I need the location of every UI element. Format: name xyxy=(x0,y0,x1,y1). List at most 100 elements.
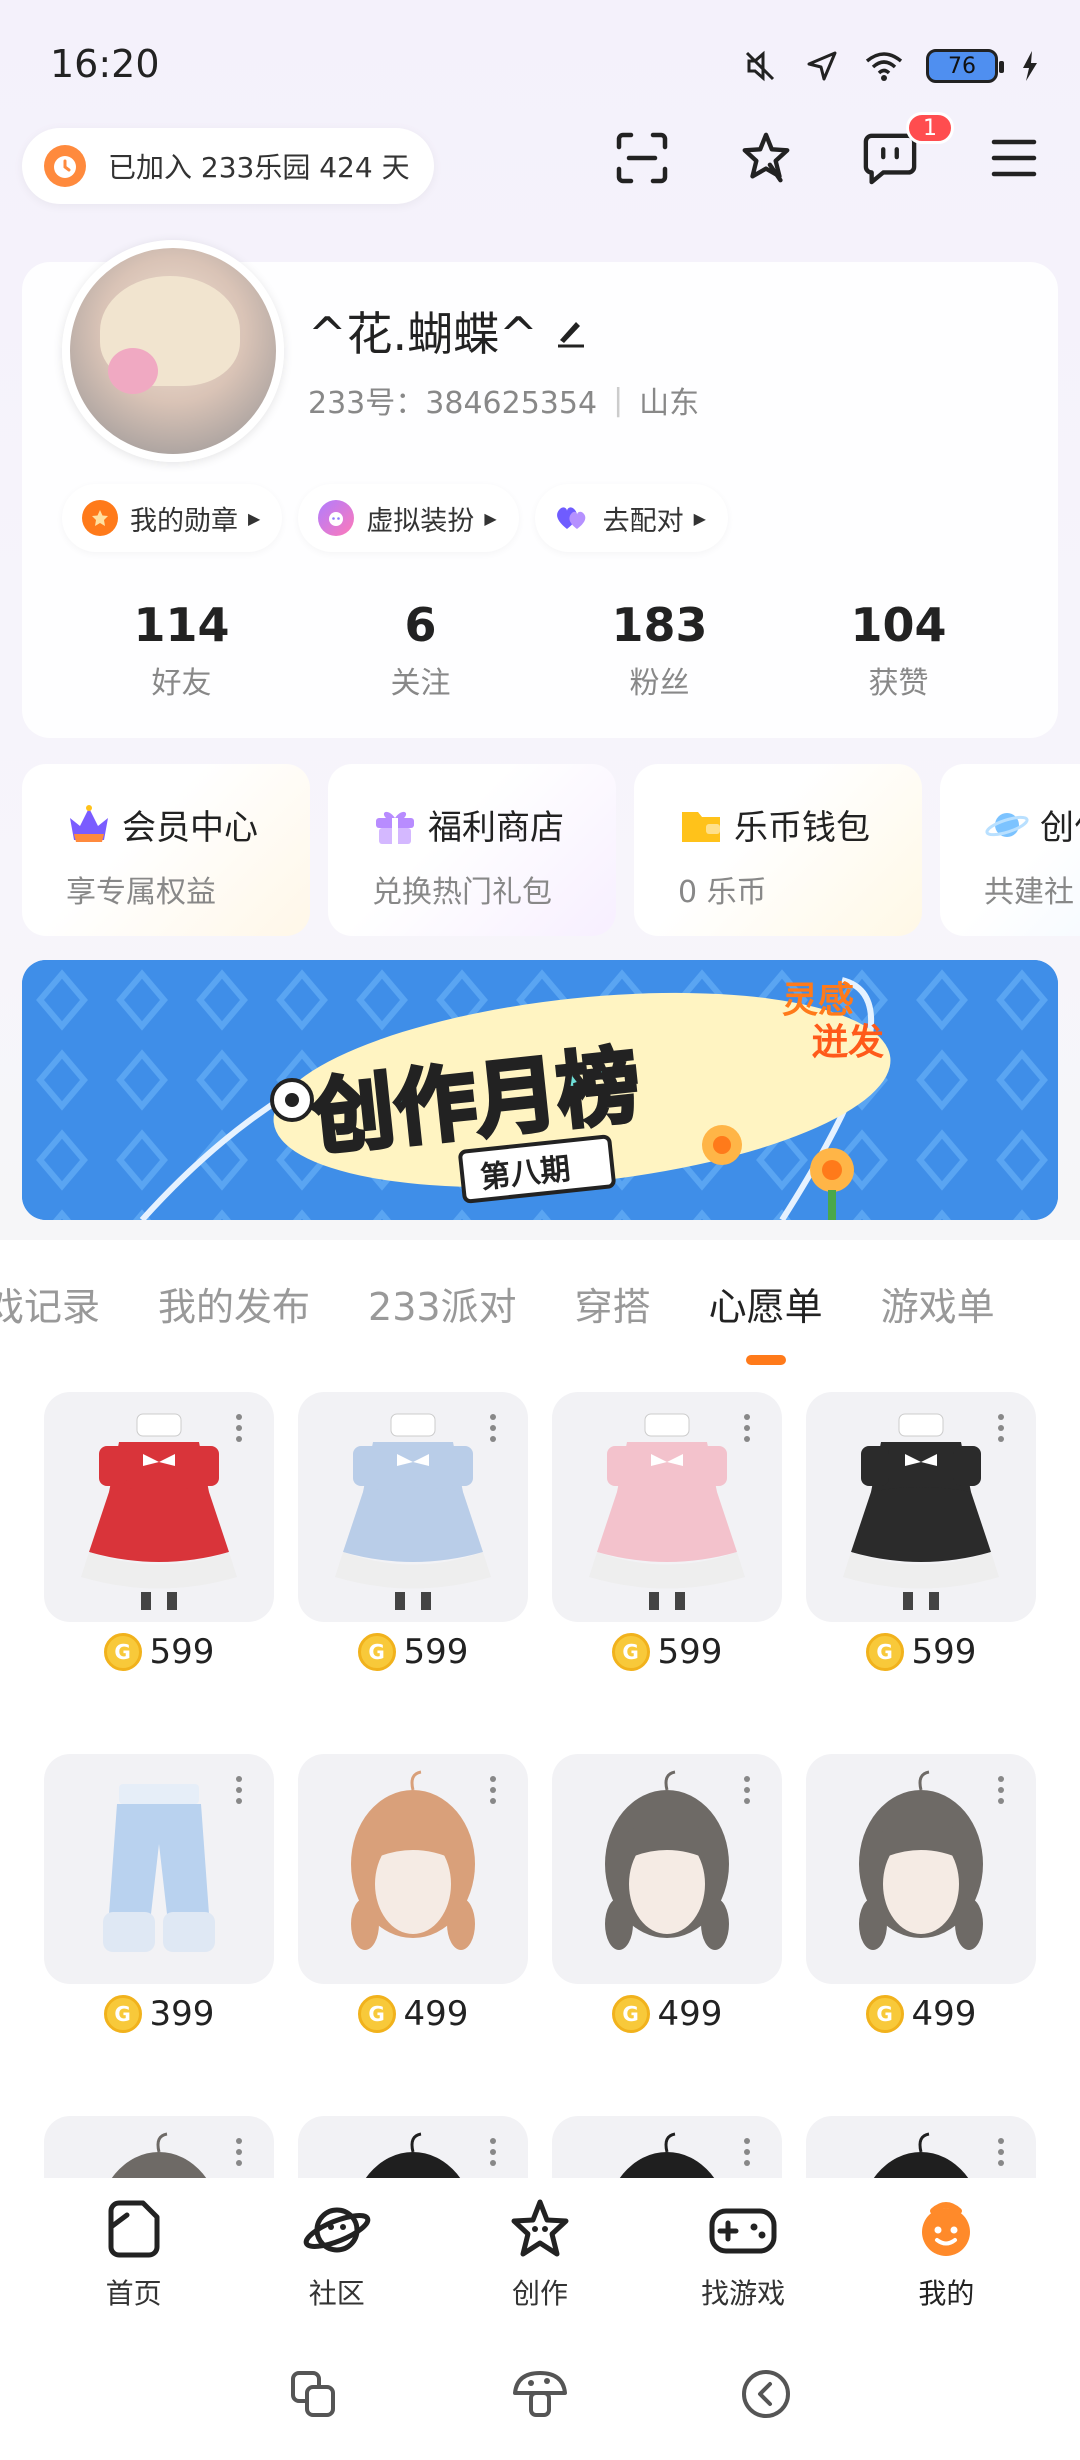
tab-game-lists[interactable]: 游戏单 xyxy=(881,1276,995,1331)
service-title: 福利商店 xyxy=(428,808,564,848)
stat-followers[interactable]: 183 粉丝 xyxy=(570,598,750,702)
more-options-icon[interactable] xyxy=(744,2138,752,2166)
service-desc: 享专属权益 xyxy=(66,875,216,910)
nav-find-games[interactable]: 找游戏 xyxy=(668,2178,818,2328)
wishlist-item[interactable]: G 599 xyxy=(552,1392,782,1672)
service-creation[interactable]: 创作 共建社 xyxy=(940,764,1080,936)
star-badge-icon xyxy=(742,132,790,183)
dress-preview-icon xyxy=(589,1413,745,1610)
stat-friends[interactable]: 114 好友 xyxy=(92,598,272,702)
wishlist-item[interactable]: G 499 xyxy=(806,1754,1036,2034)
dress-up-chip[interactable]: 虚拟装扮 ▶ xyxy=(298,484,519,552)
tab-game-records[interactable]: 戏记录 xyxy=(0,1276,100,1331)
more-options-icon[interactable] xyxy=(490,1414,498,1442)
tab-wishlist[interactable]: 心愿单 xyxy=(709,1276,823,1365)
coin-icon: G xyxy=(865,1633,904,1671)
service-title: 创作 xyxy=(1040,808,1080,848)
avatar[interactable] xyxy=(62,240,284,462)
nav-label: 创作 xyxy=(511,2277,568,2310)
wishlist-thumbnail[interactable] xyxy=(806,1754,1036,1984)
wishlist-item[interactable]: G 599 xyxy=(44,1392,274,1672)
tab-outfits[interactable]: 穿搭 xyxy=(575,1276,651,1331)
stat-value: 114 xyxy=(133,598,230,652)
more-options-icon[interactable] xyxy=(236,1776,244,1804)
stat-following[interactable]: 6 关注 xyxy=(331,598,511,702)
price-value: 499 xyxy=(911,1994,977,2034)
chevron-right-icon: ▶ xyxy=(693,508,706,528)
service-desc: 共建社 xyxy=(984,875,1074,910)
dress-preview-icon xyxy=(843,1413,999,1610)
dress-preview-icon xyxy=(81,1413,237,1610)
stat-likes[interactable]: 104 获赞 xyxy=(809,598,989,702)
wishlist-thumbnail[interactable] xyxy=(298,1392,528,1622)
more-options-icon[interactable] xyxy=(998,2138,1006,2166)
price-value: 599 xyxy=(403,1632,469,1672)
service-vip-center[interactable]: 会员中心 享专属权益 xyxy=(22,764,310,936)
scan-button[interactable] xyxy=(614,130,670,186)
home-mushroom-icon[interactable] xyxy=(511,2367,569,2421)
menu-button[interactable] xyxy=(986,130,1042,186)
username[interactable]: ^花.蝴蝶^ xyxy=(308,298,588,364)
pants-preview-icon xyxy=(103,1784,215,1952)
stat-label: 关注 xyxy=(390,666,451,701)
more-options-icon[interactable] xyxy=(236,2138,244,2166)
more-options-icon[interactable] xyxy=(236,1414,244,1442)
wishlist-item[interactable]: G 499 xyxy=(552,1754,782,2034)
more-options-icon[interactable] xyxy=(744,1776,752,1804)
battery-indicator: 76 xyxy=(926,49,1004,83)
user-id[interactable]: 384625354 xyxy=(425,386,597,421)
wishlist-thumbnail[interactable] xyxy=(44,1754,274,1984)
messages-button[interactable]: 1 xyxy=(862,112,954,186)
medal-chip[interactable]: 我的勋章 ▶ xyxy=(62,484,283,552)
scan-icon xyxy=(616,132,668,184)
price-value: 599 xyxy=(657,1632,723,1672)
wishlist-thumbnail[interactable] xyxy=(298,1754,528,1984)
alarm-clock-icon xyxy=(44,145,86,187)
nav-home[interactable]: 首页 xyxy=(59,2178,209,2328)
nav-create[interactable]: 创作 xyxy=(465,2178,615,2328)
service-welfare-shop[interactable]: 福利商店 兑换热门礼包 xyxy=(328,764,616,936)
nav-label: 我的 xyxy=(918,2277,975,2310)
tab-233-party[interactable]: 233派对 xyxy=(368,1276,517,1331)
edit-pencil-icon[interactable] xyxy=(554,314,588,348)
content-panel: 戏记录 我的发布 233派对 穿搭 心愿单 游戏单 G 599 G 599 G 599 G 5… xyxy=(0,1244,1080,2346)
wishlist-item[interactable]: G 499 xyxy=(298,1754,528,2034)
dress-up-icon xyxy=(318,500,355,536)
status-bar: 16:20 76 xyxy=(0,0,1080,130)
more-options-icon[interactable] xyxy=(490,1776,498,1804)
mute-icon xyxy=(740,46,780,86)
achievement-button[interactable] xyxy=(738,130,794,186)
vip-crown-icon xyxy=(70,804,108,842)
home-icon xyxy=(108,2200,160,2258)
profile-card: ^花.蝴蝶^ 233号：384625354 | 山东 我的勋章 ▶ 虚拟装扮 ▶… xyxy=(22,240,1058,738)
wishlist-item[interactable]: G 599 xyxy=(298,1392,528,1672)
creation-ranking-banner[interactable]: 灵感 迸发 创作月榜 第八期 xyxy=(22,960,1058,1220)
more-options-icon[interactable] xyxy=(998,1776,1006,1804)
back-icon[interactable] xyxy=(739,2367,793,2421)
system-nav-bar xyxy=(0,2328,1080,2460)
more-options-icon[interactable] xyxy=(490,2138,498,2166)
community-planet-icon xyxy=(303,2207,371,2253)
nav-mine[interactable]: 我的 xyxy=(871,2178,1021,2328)
wishlist-item[interactable]: G 599 xyxy=(806,1392,1036,1672)
banner-tag-line1: 灵感 xyxy=(782,980,854,1021)
more-options-icon[interactable] xyxy=(998,1414,1006,1442)
more-options-icon[interactable] xyxy=(744,1414,752,1442)
profile-chips: 我的勋章 ▶ 虚拟装扮 ▶ 去配对 ▶ xyxy=(62,484,728,552)
item-price: G 399 xyxy=(44,1994,274,2034)
wishlist-thumbnail[interactable] xyxy=(552,1392,782,1622)
item-price: G 599 xyxy=(552,1632,782,1672)
tab-my-posts[interactable]: 我的发布 xyxy=(158,1276,310,1331)
pairing-chip[interactable]: 去配对 ▶ xyxy=(534,484,728,552)
recent-apps-icon[interactable] xyxy=(287,2367,341,2421)
wishlist-thumbnail[interactable] xyxy=(552,1754,782,1984)
nav-community[interactable]: 社区 xyxy=(262,2178,412,2328)
wishlist-thumbnail[interactable] xyxy=(44,1392,274,1622)
stat-label: 好友 xyxy=(151,666,212,701)
wishlist-thumbnail[interactable] xyxy=(806,1392,1036,1622)
nav-label: 首页 xyxy=(105,2277,162,2310)
service-coin-wallet[interactable]: 乐币钱包 0 乐币 xyxy=(634,764,922,936)
park-days-pill[interactable]: 已加入 233乐园 424 天 xyxy=(22,128,434,204)
chevron-right-icon: ▶ xyxy=(484,508,497,528)
wishlist-item[interactable]: G 399 xyxy=(44,1754,274,2034)
